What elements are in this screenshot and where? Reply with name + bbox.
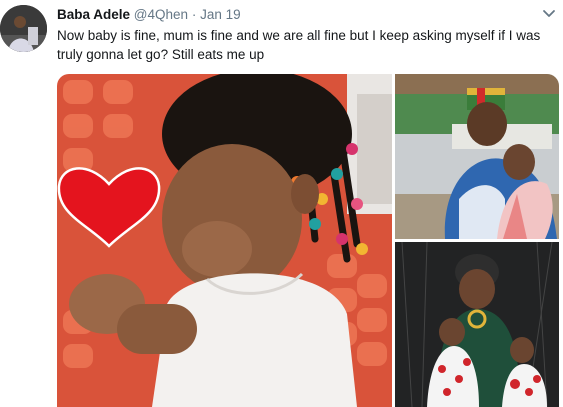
tweet-timestamp[interactable]: Jan 19 xyxy=(200,7,241,22)
media-photo-mother-twins[interactable] xyxy=(395,241,559,407)
separator-dot: · xyxy=(191,7,197,22)
author-avatar[interactable] xyxy=(0,5,47,52)
chevron-down-icon xyxy=(543,10,555,17)
avatar-image xyxy=(0,5,47,52)
author-handle[interactable]: @4Qhen xyxy=(134,7,188,22)
author-name[interactable]: Baba Adele xyxy=(57,7,130,22)
more-options-button[interactable] xyxy=(540,4,558,22)
tweet-media-grid xyxy=(57,74,559,407)
media-photo-father-baby[interactable] xyxy=(395,74,559,240)
tweet-text: Now baby is fine, mum is fine and we are… xyxy=(57,28,541,62)
tweet-header: Baba Adele @4Qhen · Jan 19 xyxy=(57,6,241,24)
